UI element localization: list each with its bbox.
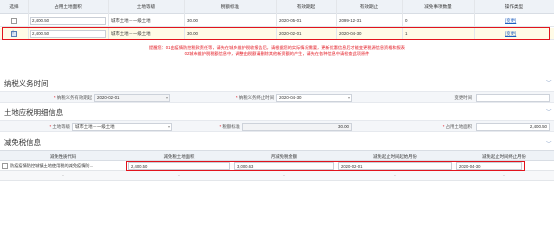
area-value: 2,400.50 [32, 18, 50, 23]
col-end: 有效期止 [359, 4, 379, 9]
tax-period-row: * 纳税义务有效期起 2020-02-01 ▾ * 纳税义务终止时间 2020-… [0, 91, 554, 103]
end-date: 2099-12-31 [339, 18, 362, 23]
tax-rate-field: 30.00 [242, 123, 352, 131]
land-area-label: 占用土地面积 [445, 124, 472, 129]
calendar-icon: ▾ [347, 95, 350, 100]
col-area: 占用土地面积 [54, 4, 82, 9]
tax-rate-value: 30.00 [187, 18, 198, 23]
change-link[interactable]: [变更] [505, 15, 516, 27]
row-select-checkbox[interactable] [2, 163, 8, 169]
land-grade-label: 土地等级 [52, 124, 70, 129]
chevron-down-icon[interactable]: ﹀ [546, 108, 552, 116]
col-tax-rate: 税额标准 [220, 4, 240, 9]
relief-row-empty: - - - - - [0, 171, 554, 181]
chevron-down-icon[interactable]: ﹀ [546, 140, 552, 148]
highlight-box [126, 161, 525, 171]
land-grade-select[interactable]: 城市土地－一级土地 ▾ [72, 123, 172, 131]
warning-line-2: 02城市维护税税额信息中，调整由税额请删除其他新资额的产生，请先在各种信息中请检… [184, 51, 370, 56]
relief-code-value[interactable]: 防疫疫情防控城镇土地使用税的减免疫情防... [10, 162, 124, 170]
tax-source-table: 选择 占用土地面积 土地等级 税额标准 有效期起 有效期止 减免事项数量 操作类… [0, 0, 554, 40]
chevron-down-icon: ▾ [167, 124, 170, 129]
tax-rate-label: 税额标准 [222, 124, 240, 129]
land-detail-row: * 土地等级 城市土地－一级土地 ▾ * 税额标准 30.00 * 占用土地面积… [0, 120, 554, 132]
change-time-field[interactable] [476, 94, 550, 102]
chevron-down-icon[interactable]: ﹀ [546, 79, 552, 87]
col-select: 选择 [9, 4, 19, 9]
highlight-box [2, 27, 550, 40]
calendar-icon: ▾ [165, 95, 168, 100]
row-select-checkbox[interactable] [11, 18, 17, 24]
relief-table-header: 减免性质代码 减免税土地面积 月减免税金额 减免起止时间起始月份 减免起止时间终… [0, 150, 554, 161]
section-title-relief: 减免税信息 [4, 138, 41, 147]
tax-period-end-field[interactable]: 2020-04-30 ▾ [276, 94, 352, 102]
warning-message: 提醒您：01由疫情防控税款责任等，请先在城乡维护税收报告后，请根据您的实际情况需… [0, 45, 554, 57]
start-date: 2020-05-01 [279, 18, 302, 23]
tax-period-end-label: 纳税义务终止时间 [238, 95, 274, 100]
table-row[interactable]: 2,400.50 城市土地－一级土地 30.00 2020-05-01 2099… [0, 15, 554, 27]
grade-value: 城市土地－一级土地 [111, 18, 151, 23]
change-time-label: 变更时间 [454, 95, 472, 100]
tax-period-start-label: 纳税义务有效期起 [56, 95, 92, 100]
land-area-field[interactable]: 2,400.50 [476, 123, 550, 131]
col-start: 有效期起 [296, 4, 316, 9]
col-count: 减免事项数量 [424, 4, 452, 9]
col-grade: 土地等级 [136, 4, 156, 9]
col-action: 操作类型 [504, 4, 524, 9]
section-title-land: 土地应税明细信息 [4, 108, 64, 117]
relief-count: 0 [405, 18, 408, 23]
tax-period-start-field[interactable]: 2020-02-01 ▾ [94, 94, 170, 102]
table-header: 选择 占用土地面积 土地等级 税额标准 有效期起 有效期止 减免事项数量 操作类… [0, 0, 554, 14]
section-title-tax-period: 纳税义务时间 [4, 79, 49, 88]
